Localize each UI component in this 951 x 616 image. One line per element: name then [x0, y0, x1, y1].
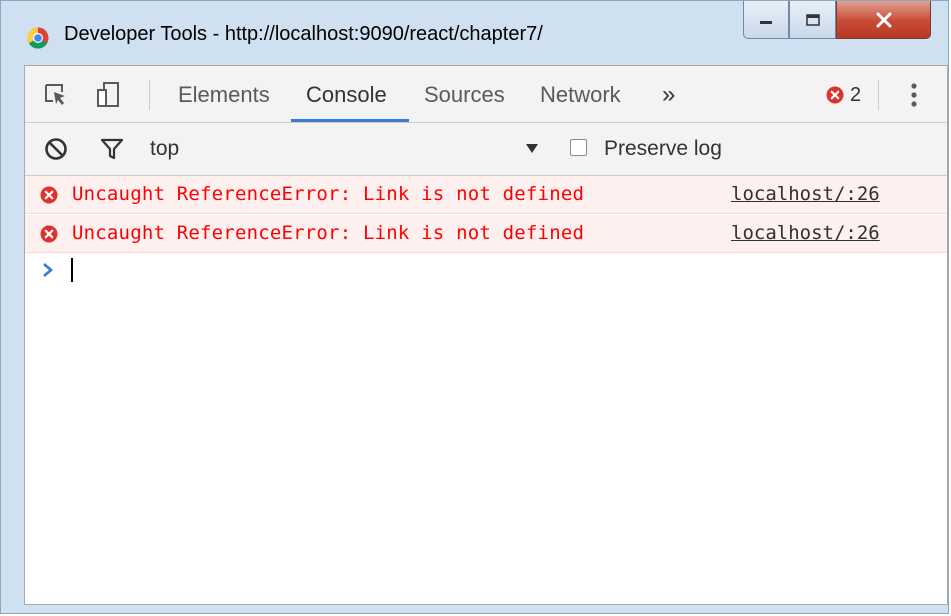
error-icon — [40, 225, 58, 243]
console-filter-bar: top Preserve log — [25, 123, 947, 176]
minimize-icon — [760, 20, 772, 24]
error-message-text: Uncaught ReferenceError: Link is not def… — [72, 222, 585, 244]
error-icon — [40, 186, 58, 204]
filter-button[interactable] — [97, 135, 127, 163]
tab-sources[interactable]: Sources — [424, 66, 505, 123]
console-prompt[interactable] — [25, 254, 947, 286]
maximize-icon — [805, 13, 820, 26]
text-caret — [71, 258, 73, 282]
title-bar[interactable]: Developer Tools - http://localhost:9090/… — [1, 1, 948, 65]
chrome-logo-icon — [27, 27, 49, 49]
customize-menu-button[interactable] — [899, 81, 929, 109]
toolbar-divider — [878, 80, 879, 110]
tab-console[interactable]: Console — [306, 66, 387, 123]
preserve-log-label[interactable]: Preserve log — [604, 137, 722, 161]
error-message-text: Uncaught ReferenceError: Link is not def… — [72, 183, 585, 205]
inspect-element-icon — [45, 84, 65, 105]
tab-network[interactable]: Network — [540, 66, 621, 123]
device-toolbar-icon — [97, 82, 119, 107]
source-link[interactable]: localhost/:26 — [731, 222, 880, 244]
preserve-log-checkbox[interactable] — [570, 139, 587, 156]
clear-console-icon — [45, 138, 67, 160]
error-count: 2 — [850, 83, 862, 106]
context-selector[interactable]: top — [150, 137, 179, 161]
main-toolbar: Elements Console Sources Network » 2 — [25, 66, 947, 123]
close-icon — [876, 12, 891, 27]
close-button[interactable] — [836, 1, 931, 39]
filter-icon — [100, 138, 124, 160]
dropdown-arrow-icon — [526, 144, 538, 153]
more-tabs-icon: » — [662, 80, 676, 108]
active-tab-indicator — [291, 119, 409, 122]
minimize-button[interactable] — [743, 1, 789, 39]
kebab-menu-icon — [911, 83, 917, 107]
devtools-window: Developer Tools - http://localhost:9090/… — [0, 0, 949, 614]
console-error-message: Uncaught ReferenceError: Link is not def… — [25, 176, 947, 214]
console-error-message: Uncaught ReferenceError: Link is not def… — [25, 215, 947, 253]
maximize-button[interactable] — [789, 1, 836, 39]
context-dropdown-arrow[interactable] — [525, 138, 539, 159]
device-toolbar-button[interactable] — [93, 81, 123, 109]
clear-console-button[interactable] — [41, 135, 71, 163]
toolbar-divider — [149, 80, 150, 110]
error-icon — [826, 86, 844, 104]
source-link[interactable]: localhost/:26 — [731, 183, 880, 205]
window-title: Developer Tools - http://localhost:9090/… — [64, 23, 543, 45]
more-tabs-button[interactable]: » — [662, 66, 675, 123]
inspect-element-button[interactable] — [41, 81, 71, 109]
tab-elements[interactable]: Elements — [178, 66, 270, 123]
devtools-panel: Elements Console Sources Network » 2 top… — [24, 65, 948, 605]
error-count-badge[interactable]: 2 — [826, 82, 861, 108]
prompt-chevron-icon — [43, 263, 53, 277]
